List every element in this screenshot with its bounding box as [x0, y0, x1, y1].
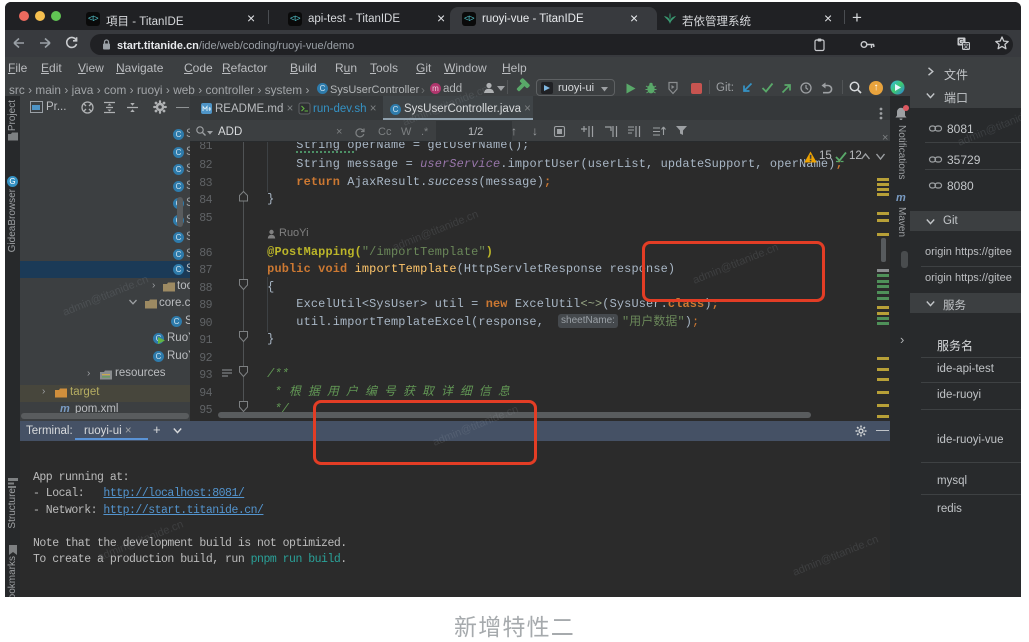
svg-text:文: 文: [963, 42, 969, 50]
